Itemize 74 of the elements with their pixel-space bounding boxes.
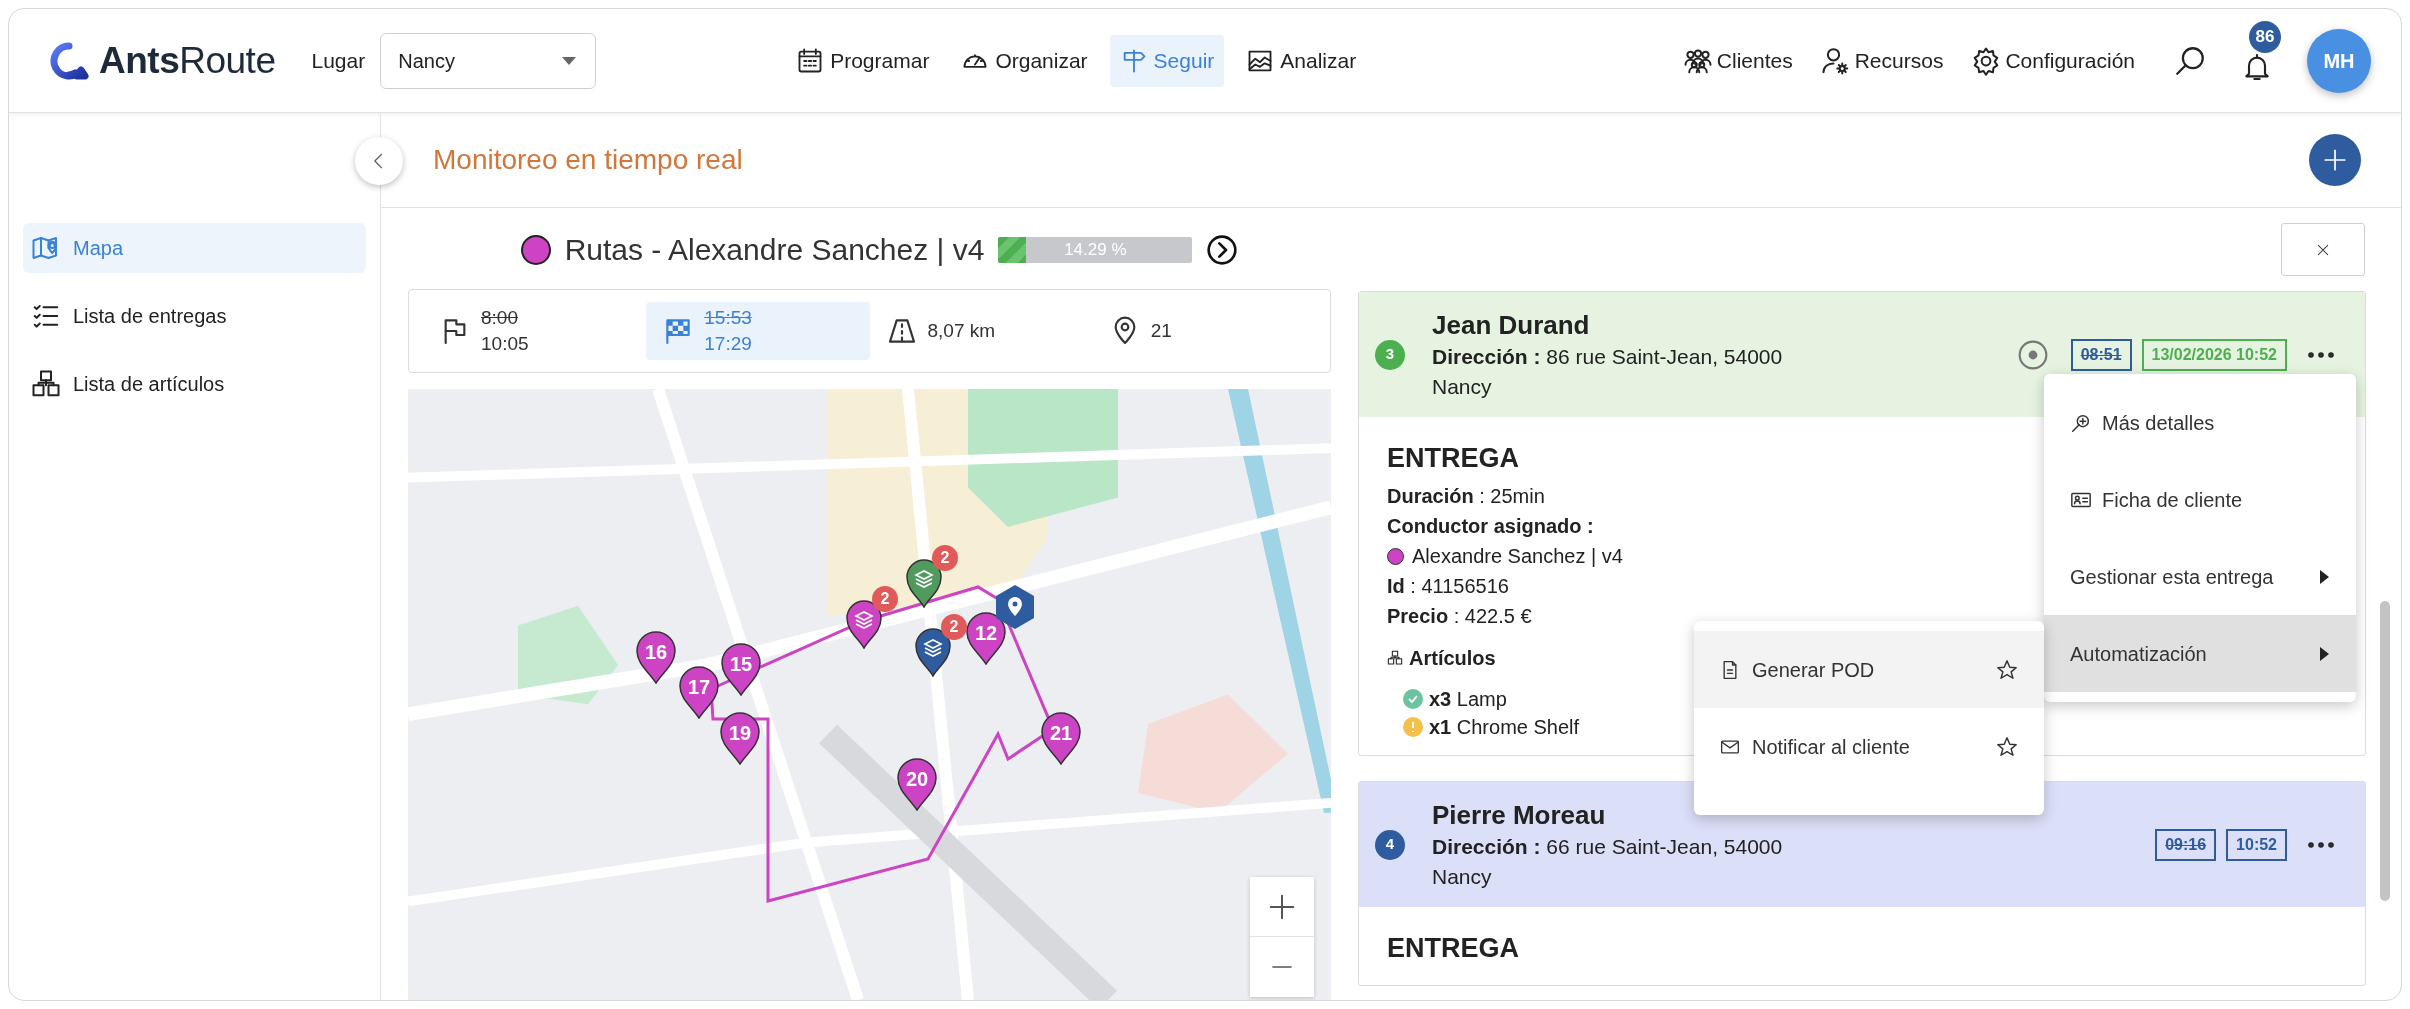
planned-time-tag: 09:16 (2155, 828, 2217, 861)
nav-tab[interactable]: Organizar (951, 34, 1098, 87)
scrollbar-thumb[interactable] (2380, 601, 2390, 901)
place-label: Lugar (311, 47, 366, 74)
plus-icon (2322, 147, 2348, 173)
city-text: Nancy (1432, 373, 1493, 400)
map-marker[interactable]: 21 (1040, 711, 1082, 765)
boxes-icon (31, 369, 61, 399)
menu-item[interactable]: Notificar al cliente (1694, 708, 2044, 785)
map-marker[interactable]: 20 (896, 757, 938, 811)
sidebar-item[interactable]: Lista de entregas (23, 291, 366, 341)
nav-link[interactable]: Recursos (1820, 44, 1944, 77)
map-marker[interactable]: 12 (965, 611, 1007, 665)
menu-item[interactable]: Generar POD (1694, 631, 2044, 708)
map-marker[interactable]: 16 (635, 630, 677, 684)
stat-value: 21 (1150, 319, 1172, 343)
planned-time: 15:53 (704, 306, 752, 330)
map-marker[interactable]: 15 (720, 642, 762, 696)
logo-icon (49, 40, 89, 81)
menu-item[interactable]: Ficha de cliente (2044, 461, 2356, 538)
stop-number-badge: 4 (1375, 829, 1405, 860)
stat-value: 8,07 km (927, 319, 996, 343)
price-text: Precio : 422.5 € (1387, 604, 1532, 629)
section-title: ENTREGA (1387, 933, 1519, 963)
planned-time: 8:00 (481, 306, 519, 330)
section-title: ENTREGA (1387, 443, 1519, 473)
arrival-time-tag: 10:52 (2226, 828, 2287, 861)
customer-name: Jean Durand (1432, 308, 1591, 342)
customer-name: Pierre Moreau (1432, 798, 1607, 832)
nav-link[interactable]: Clientes (1682, 44, 1793, 77)
more-icon[interactable] (2307, 839, 2335, 850)
page-title: Monitoreo en tiempo real (433, 143, 743, 177)
menu-item[interactable]: Más detalles (2044, 384, 2356, 461)
driver-name: Alexandre Sanchez | v4 (1412, 544, 1623, 569)
menu-item[interactable]: Gestionar esta entrega (2044, 538, 2356, 615)
actual-time: 10:05 (481, 332, 529, 356)
address-text: Dirección : 86 rue Saint-Jean, 54000 (1432, 343, 1783, 370)
planned-time-tag: 08:51 (2070, 338, 2132, 371)
articles-heading: Artículos (1409, 646, 1496, 671)
add-button[interactable] (2309, 134, 2361, 186)
person-gear-icon (1820, 45, 1851, 76)
nav-tab[interactable]: Analizar (1236, 34, 1367, 87)
target-icon[interactable] (2016, 338, 2049, 371)
star-icon[interactable] (1996, 658, 2018, 681)
arrival-time-tag: 13/02/2026 10:52 (2141, 338, 2287, 371)
article-item: x1 Chrome Shelf (1429, 715, 1580, 740)
map-marker[interactable]: 17 (678, 665, 720, 719)
progress-bar: 14.29 % (998, 236, 1193, 263)
map-marker[interactable]: 19 (719, 711, 761, 765)
nav-link[interactable]: Configuración (1971, 44, 2135, 77)
stop-number-badge: 3 (1375, 339, 1405, 370)
caret-down-icon (560, 54, 579, 67)
duration-text: Duración : 25min (1387, 484, 1545, 509)
more-icon[interactable] (2307, 349, 2335, 360)
article-item: x3 Lamp (1429, 687, 1507, 712)
notification-badge: 86 (2249, 20, 2281, 53)
address-text: Dirección : 66 rue Saint-Jean, 54000 (1432, 833, 1783, 860)
cluster-marker[interactable] (905, 558, 943, 608)
cluster-marker[interactable] (914, 627, 952, 677)
city-text: Nancy (1432, 863, 1493, 890)
chevron-right-circle-icon[interactable] (1206, 233, 1239, 266)
star-icon[interactable] (1996, 735, 2018, 758)
nav-tab[interactable]: Programar (786, 34, 940, 87)
boxes-icon (1387, 650, 1403, 666)
place-select[interactable]: Nancy (380, 32, 597, 89)
logo-text: AntsRoute (99, 38, 276, 83)
sidebar-item[interactable]: Lista de artículos (23, 359, 366, 409)
menu-item[interactable]: Automatización (2044, 615, 2356, 692)
id-text: Id : 41156516 (1387, 574, 1509, 599)
route-name: Rutas - Alexandre Sanchez | v4 (564, 232, 985, 268)
driver-label: Conductor asignado : (1387, 514, 1594, 539)
sidebar-item[interactable]: Mapa (23, 223, 366, 273)
cluster-marker[interactable] (845, 599, 883, 649)
actual-time: 17:29 (704, 332, 752, 356)
